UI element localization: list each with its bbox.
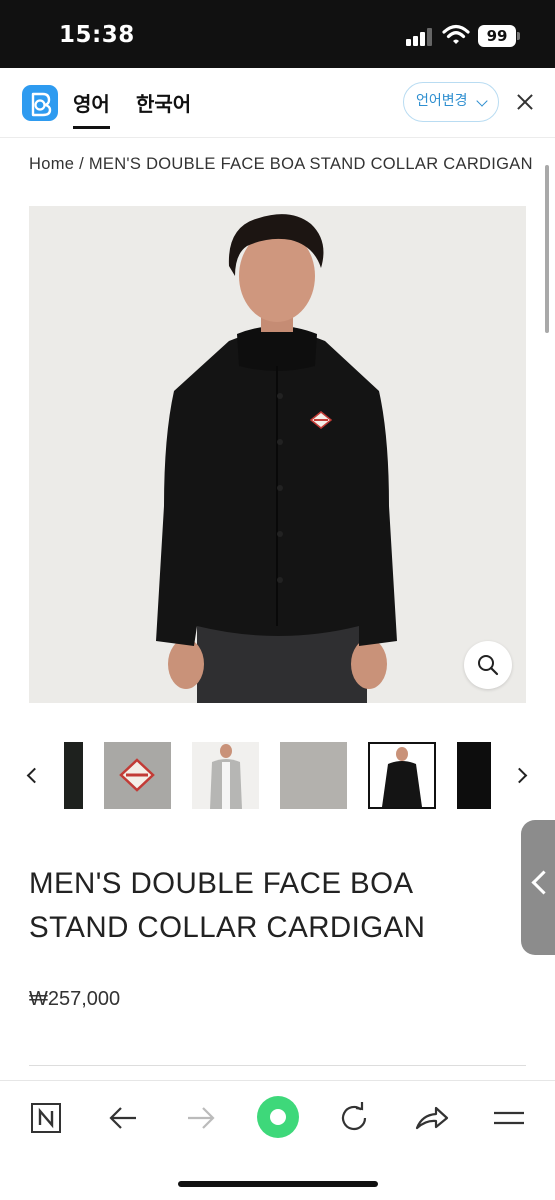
zoom-button[interactable]	[464, 641, 512, 689]
product-price: ₩257,000	[29, 988, 121, 1010]
share-icon[interactable]	[412, 1098, 452, 1138]
home-indicator	[178, 1181, 378, 1187]
refresh-icon[interactable]	[334, 1098, 374, 1138]
menu-icon[interactable]	[490, 1098, 530, 1138]
chevron-left-icon[interactable]	[26, 766, 40, 786]
product-title-line-1: MEN'S DOUBLE FACE BOA	[29, 867, 414, 900]
tab-source-language[interactable]: 영어	[73, 88, 110, 129]
divider	[29, 1065, 526, 1066]
arrow-right-icon[interactable]	[182, 1098, 222, 1138]
wifi-icon	[442, 24, 470, 46]
signal-icon	[406, 27, 434, 46]
battery-nub	[517, 32, 520, 40]
thumbnail-5-selected[interactable]	[368, 742, 436, 809]
product-title-line-2: STAND COLLAR CARDIGAN	[29, 911, 426, 944]
naver-n-icon[interactable]	[28, 1098, 68, 1138]
chevron-right-icon[interactable]	[514, 766, 528, 786]
translation-bar: 영어 한국어 언어변경	[0, 68, 555, 138]
papago-logo-icon	[22, 85, 58, 121]
side-panel-handle[interactable]	[521, 820, 555, 955]
status-bar: 15:38 99	[0, 0, 555, 68]
tab-target-language[interactable]: 한국어	[136, 88, 191, 117]
thumbnail-1[interactable]	[64, 742, 83, 809]
change-language-button[interactable]: 언어변경	[403, 82, 499, 122]
breadcrumb[interactable]: Home / MEN'S DOUBLE FACE BOA STAND COLLA…	[29, 155, 533, 174]
chevron-down-icon	[476, 95, 488, 107]
change-language-label: 언어변경	[416, 93, 468, 109]
close-icon[interactable]	[515, 92, 535, 112]
green-dot-icon[interactable]	[256, 1095, 300, 1139]
thumbnail-3[interactable]	[192, 742, 259, 809]
product-title: MEN'S DOUBLE FACE BOA STAND COLLAR CARDI…	[29, 862, 499, 950]
scrollbar[interactable]	[545, 165, 549, 333]
thumbnail-2[interactable]	[104, 742, 171, 809]
product-main-image[interactable]	[29, 206, 526, 703]
thumbnail-4[interactable]	[280, 742, 347, 809]
arrow-left-icon[interactable]	[104, 1098, 144, 1138]
battery-indicator: 99	[478, 25, 516, 47]
search-icon	[478, 655, 499, 676]
status-time: 15:38	[59, 22, 135, 48]
thumbnail-6[interactable]	[457, 742, 491, 809]
